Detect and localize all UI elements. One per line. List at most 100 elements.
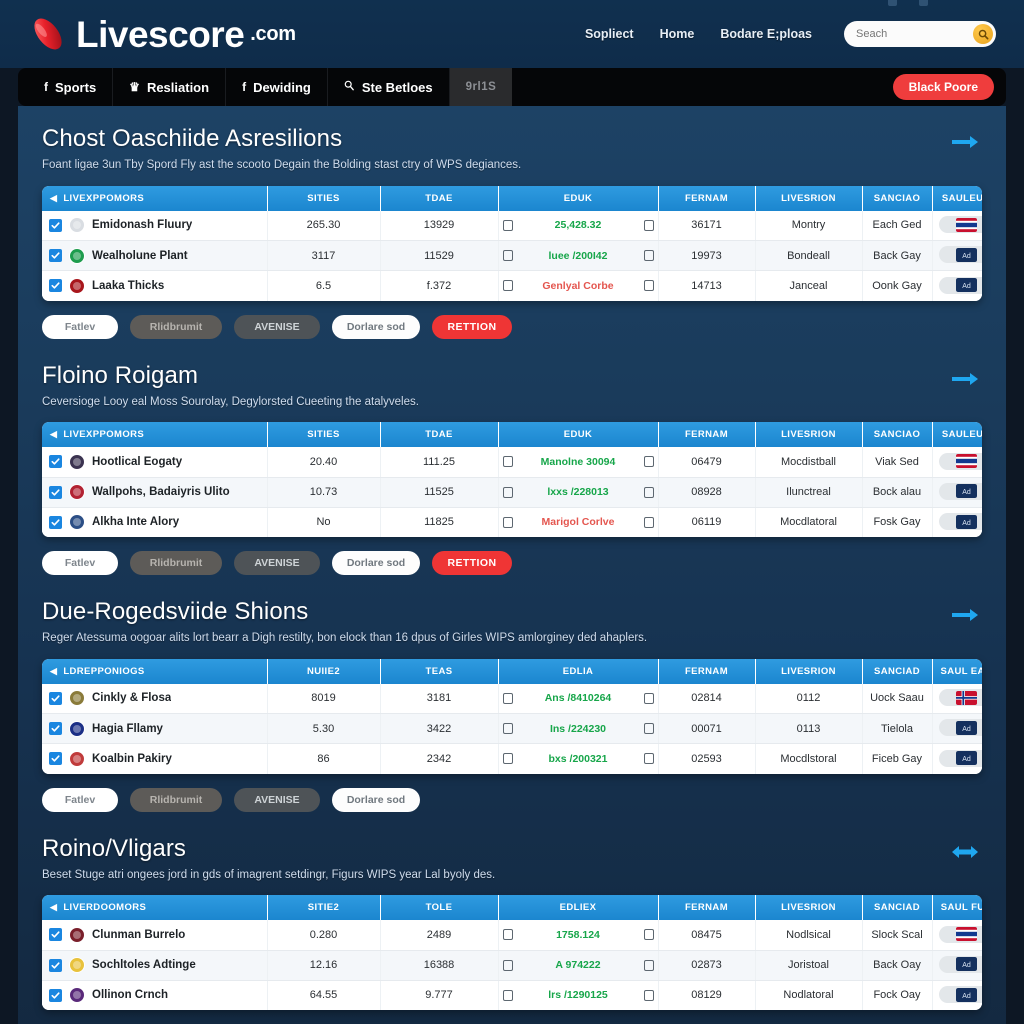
row-link-cell[interactable]: lrs /1290125 xyxy=(498,980,659,1011)
flag-pill[interactable] xyxy=(939,216,982,234)
row-link-text[interactable]: A 974222 xyxy=(517,959,640,971)
copy-box-icon-right[interactable] xyxy=(643,929,654,941)
row-name-cell[interactable]: Hagia Fllamy xyxy=(42,713,268,745)
flag-pill[interactable]: Ad xyxy=(939,986,982,1004)
action-button-2[interactable]: AVENISE xyxy=(234,551,320,576)
row-link-cell[interactable]: luee /200I42 xyxy=(498,240,659,272)
row-checkbox[interactable] xyxy=(49,928,62,942)
search-box[interactable] xyxy=(844,21,996,47)
brand-logo[interactable]: Livescore .com xyxy=(26,12,296,56)
row-link-text[interactable]: luee /200I42 xyxy=(517,250,640,262)
flag-pill[interactable] xyxy=(939,689,982,707)
row-checkbox[interactable] xyxy=(49,958,62,972)
flag-pill[interactable]: Ad xyxy=(939,749,982,767)
row-flag-cell[interactable] xyxy=(932,210,982,242)
column-header-5[interactable]: LIVESRION xyxy=(755,422,863,448)
flag-pill[interactable]: Ad xyxy=(939,513,982,531)
column-header-7[interactable]: SAUL FUE xyxy=(932,895,982,921)
row-checkbox[interactable] xyxy=(49,722,62,736)
row-flag-cell[interactable]: Ad xyxy=(932,713,982,745)
column-header-5[interactable]: LIVESRION xyxy=(755,658,863,684)
row-link-text[interactable]: bxs /200321 xyxy=(517,753,640,765)
row-link-cell[interactable]: Marigol Corlve xyxy=(498,507,659,538)
copy-box-icon-left[interactable] xyxy=(502,219,513,231)
nav-item-dewiding[interactable]: f Dewiding xyxy=(226,68,328,106)
row-checkbox[interactable] xyxy=(49,249,62,263)
action-button-4[interactable]: RETTION xyxy=(432,314,512,339)
column-header-0[interactable]: ◀ LIVEXPPOMORS xyxy=(42,422,268,448)
row-link-cell[interactable]: Ans /8410264 xyxy=(498,683,659,715)
row-checkbox[interactable] xyxy=(49,988,62,1002)
copy-box-icon-left[interactable] xyxy=(502,723,513,735)
copy-box-icon-left[interactable] xyxy=(502,486,513,498)
column-header-4[interactable]: FERNAM xyxy=(658,185,756,211)
copy-box-icon-left[interactable] xyxy=(502,753,513,765)
copy-box-icon-right[interactable] xyxy=(643,456,654,468)
nav-item-sports[interactable]: f Sports xyxy=(28,68,114,106)
flag-pill[interactable]: Ad xyxy=(939,246,982,264)
column-header-1[interactable]: NUIIE2 xyxy=(267,658,381,684)
row-name-cell[interactable]: Laaka Thicks xyxy=(42,270,268,301)
search-icon[interactable] xyxy=(973,24,993,44)
copy-box-icon-left[interactable] xyxy=(502,456,513,468)
table-row[interactable]: Alkha Inte Alory No 11825 Marigol Corlve 061… xyxy=(42,507,982,538)
row-link-text[interactable]: lrs /1290125 xyxy=(517,989,640,1001)
flag-pill[interactable]: Ad xyxy=(939,955,982,973)
column-header-1[interactable]: SITIES xyxy=(267,422,381,448)
header-link-1[interactable]: Home xyxy=(660,27,695,41)
column-header-3[interactable]: EDLIA xyxy=(498,658,659,684)
column-header-3[interactable]: EDUK xyxy=(498,185,659,211)
copy-box-icon-right[interactable] xyxy=(643,516,654,528)
row-flag-cell[interactable] xyxy=(932,683,982,715)
table-row[interactable]: Hootlical Eogaty 20.40 111.25 Manolne 30094… xyxy=(42,447,982,478)
column-header-2[interactable]: TOLE xyxy=(380,895,499,921)
column-header-6[interactable]: SANCIAD xyxy=(862,895,933,921)
column-header-3[interactable]: EDLIEX xyxy=(498,895,659,921)
row-flag-cell[interactable]: Ad xyxy=(932,950,982,981)
row-flag-cell[interactable] xyxy=(932,920,982,951)
flag-pill[interactable] xyxy=(939,925,982,943)
nav-item-resliation[interactable]: ♛ Resliation xyxy=(113,68,227,106)
action-button-3[interactable]: Dorlare sod xyxy=(332,787,420,812)
column-header-1[interactable]: SITIES xyxy=(267,185,381,211)
row-link-cell[interactable]: 25,428.32 xyxy=(498,210,659,242)
column-header-6[interactable]: SANCIAO xyxy=(862,185,933,211)
copy-box-icon-left[interactable] xyxy=(502,516,513,528)
table-row[interactable]: Laaka Thicks 6.5 f.372 Genlyal Corbe 14713 Ja… xyxy=(42,270,982,301)
row-name-cell[interactable]: Alkha Inte Alory xyxy=(42,507,268,538)
action-button-4[interactable]: RETTION xyxy=(432,551,512,576)
search-input[interactable] xyxy=(856,28,973,40)
row-link-cell[interactable]: Manolne 30094 xyxy=(498,447,659,478)
row-flag-cell[interactable]: Ad xyxy=(932,240,982,272)
row-flag-cell[interactable]: Ad xyxy=(932,477,982,508)
row-link-cell[interactable]: Genlyal Corbe xyxy=(498,270,659,301)
copy-box-icon-right[interactable] xyxy=(643,280,654,292)
action-button-0[interactable]: Fatlev xyxy=(42,314,118,339)
column-header-0[interactable]: ◀ LIVEXPPOMORS xyxy=(42,185,268,211)
header-link-2[interactable]: Bodare E;ploas xyxy=(720,27,812,41)
column-header-6[interactable]: SANCIAD xyxy=(862,658,933,684)
column-header-2[interactable]: TDAE xyxy=(380,185,499,211)
row-name-cell[interactable]: Koalbin Pakiry xyxy=(42,743,268,774)
chevron-left-icon[interactable]: ◀ xyxy=(50,666,57,677)
column-header-0[interactable]: ◀ LIVERDOOMORS xyxy=(42,895,268,921)
column-header-2[interactable]: TDAE xyxy=(380,422,499,448)
column-header-7[interactable]: SAULEUE xyxy=(932,185,982,211)
copy-box-icon-left[interactable] xyxy=(502,280,513,292)
arrow-right-icon[interactable] xyxy=(948,367,982,391)
nav-item-disabled[interactable]: 9rl1S xyxy=(449,68,513,106)
table-row[interactable]: Emidonash Fluury 265.30 13929 25,428.32 3617… xyxy=(42,210,982,242)
action-button-2[interactable]: AVENISE xyxy=(234,314,320,339)
row-link-text[interactable]: Ins /224230 xyxy=(517,723,640,735)
table-row[interactable]: Sochltoles Adtinge 12.16 16388 A 974222 0287… xyxy=(42,950,982,981)
column-header-2[interactable]: TEAS xyxy=(380,658,499,684)
column-header-7[interactable]: SAULEUE xyxy=(932,422,982,448)
flag-pill[interactable]: Ad xyxy=(939,482,982,500)
action-button-0[interactable]: Fatlev xyxy=(42,787,118,812)
flag-pill[interactable]: Ad xyxy=(939,276,982,294)
row-checkbox[interactable] xyxy=(49,485,62,499)
table-row[interactable]: Wealholune Plant 3117 11529 luee /200I42 199… xyxy=(42,240,982,272)
row-link-cell[interactable]: Ins /224230 xyxy=(498,713,659,745)
row-link-text[interactable]: lxxs /228013 xyxy=(517,486,640,498)
row-name-cell[interactable]: Cinkly & Flosa xyxy=(42,683,268,715)
